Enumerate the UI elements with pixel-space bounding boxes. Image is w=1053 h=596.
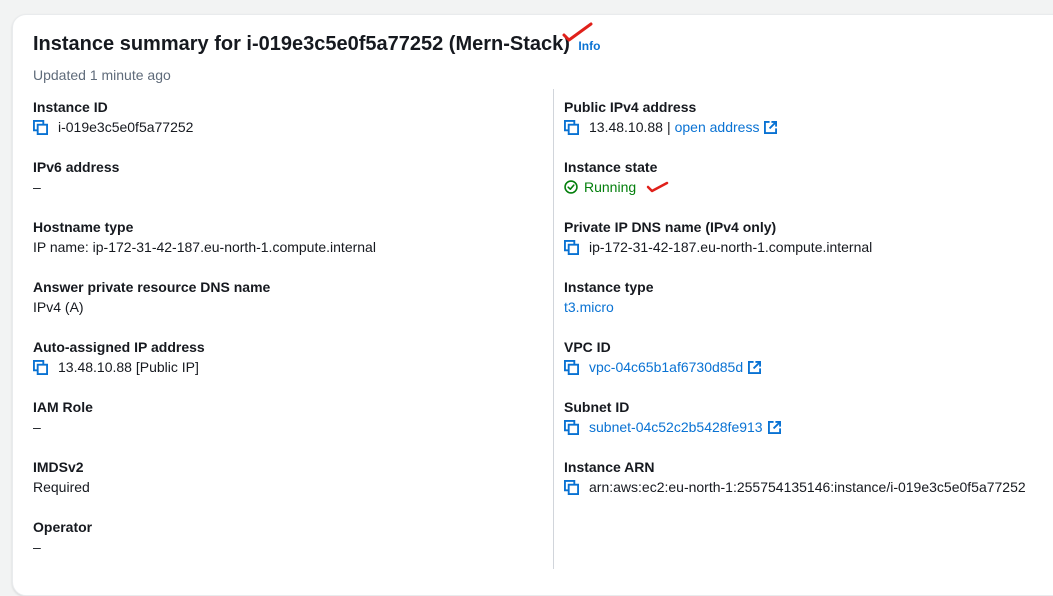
field-instance-arn: Instance ARN arn:aws:ec2:eu-north-1:2557… [564,459,1026,519]
field-private-dns: Private IP DNS name (IPv4 only) ip-172-3… [564,219,1026,279]
open-address-link[interactable]: open address [675,119,760,135]
copy-icon[interactable] [564,359,579,375]
field-label: Answer private resource DNS name [33,279,271,295]
copy-icon[interactable] [564,239,579,255]
instance-state-value: Running [584,179,637,195]
iam-role-value: – [33,419,41,435]
separator: | [666,119,671,135]
ipv6-value: – [33,179,41,195]
field-label: Auto-assigned IP address [33,339,205,355]
field-iam-role: IAM Role – [33,399,376,459]
field-instance-type: Instance type t3.micro [564,279,1026,339]
title-row: Instance summary for i-019e3c5e0f5a77252… [33,33,600,56]
field-label: VPC ID [564,339,611,355]
red-check-mark-state [646,181,669,193]
field-label: Instance state [564,159,658,175]
field-label: Instance ID [33,99,108,115]
field-label: IPv6 address [33,159,120,175]
field-label: Instance type [564,279,654,295]
instance-type-link[interactable]: t3.micro [564,299,614,315]
right-column: Public IPv4 address 13.48.10.88 | open a… [564,99,1026,519]
auto-ip-value: 13.48.10.88 [Public IP] [58,359,199,375]
public-ipv4-value: 13.48.10.88 [589,119,663,135]
field-instance-id: Instance ID i-019e3c5e0f5a77252 [33,99,376,159]
vpc-id-link[interactable]: vpc-04c65b1af6730d85d [589,359,743,375]
field-answer-dns: Answer private resource DNS name IPv4 (A… [33,279,376,339]
status-check-icon [564,180,578,194]
copy-icon[interactable] [564,479,579,495]
field-hostname-type: Hostname type IP name: ip-172-31-42-187.… [33,219,376,279]
copy-icon[interactable] [564,419,579,435]
field-label: Instance ARN [564,459,655,475]
field-label: Hostname type [33,219,134,235]
column-divider [553,89,554,569]
field-label: IAM Role [33,399,93,415]
instance-id-value: i-019e3c5e0f5a77252 [58,119,194,135]
private-dns-value: ip-172-31-42-187.eu-north-1.compute.inte… [589,239,873,255]
field-label: Operator [33,519,93,535]
field-operator: Operator – [33,519,376,579]
answer-dns-value: IPv4 (A) [33,299,84,315]
external-link-icon[interactable] [767,420,781,434]
updated-timestamp: Updated 1 minute ago [33,67,171,83]
field-instance-state: Instance state Running [564,159,1026,219]
field-auto-ip: Auto-assigned IP address 13.48.10.88 [Pu… [33,339,376,399]
field-vpc-id: VPC ID vpc-04c65b1af6730d85d [564,339,1026,399]
external-link-icon[interactable] [764,120,778,134]
left-column: Instance ID i-019e3c5e0f5a77252 IPv6 add… [33,99,376,579]
page-title: Instance summary for i-019e3c5e0f5a77252… [33,33,570,55]
hostname-type-value: IP name: ip-172-31-42-187.eu-north-1.com… [33,239,376,255]
field-imdsv2: IMDSv2 Required [33,459,376,519]
field-label: Subnet ID [564,399,630,415]
field-subnet-id: Subnet ID subnet-04c52c2b5428fe913 [564,399,1026,459]
field-public-ipv4: Public IPv4 address 13.48.10.88 | open a… [564,99,1026,159]
field-ipv6: IPv6 address – [33,159,376,219]
field-label: Private IP DNS name (IPv4 only) [564,219,777,235]
subnet-id-link[interactable]: subnet-04c52c2b5428fe913 [589,419,763,435]
external-link-icon[interactable] [748,360,762,374]
imdsv2-value: Required [33,479,90,495]
copy-icon[interactable] [564,119,579,135]
instance-summary-panel: Instance summary for i-019e3c5e0f5a77252… [12,14,1053,596]
red-check-mark-title [562,22,593,42]
field-label: Public IPv4 address [564,99,697,115]
instance-arn-value: arn:aws:ec2:eu-north-1:255754135146:inst… [589,479,1026,495]
copy-icon[interactable] [33,119,48,135]
copy-icon[interactable] [33,359,48,375]
operator-value: – [33,539,41,555]
field-label: IMDSv2 [33,459,84,475]
